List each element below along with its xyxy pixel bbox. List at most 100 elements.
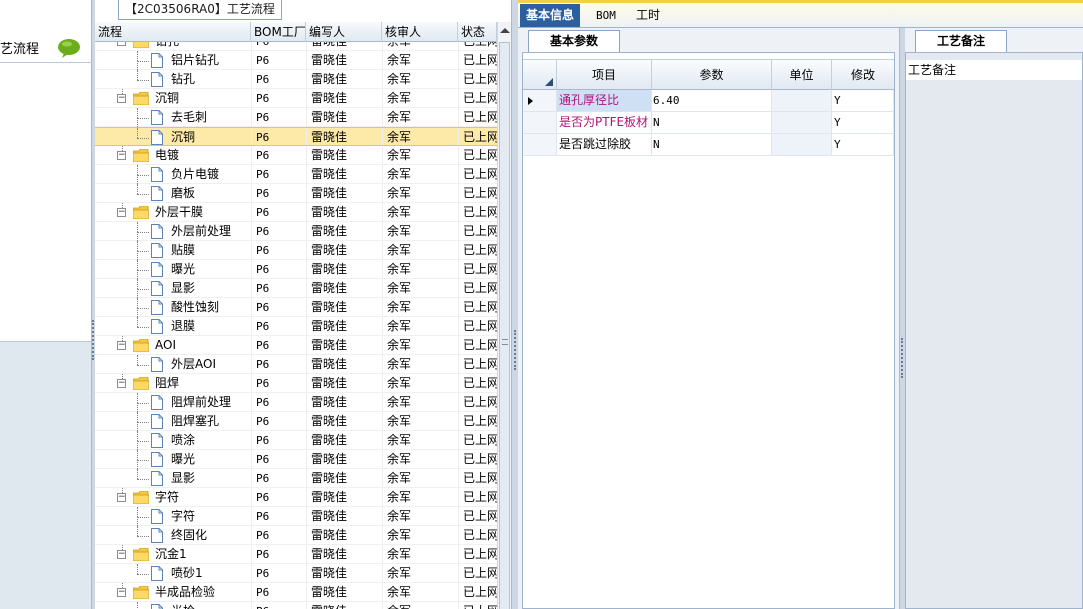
tree-node[interactable]: − 阻焊 bbox=[95, 374, 251, 393]
tree-node[interactable]: 曝光 bbox=[95, 260, 251, 279]
tree-row[interactable]: 钻孔 P6 雷晓佳 余军 已上网 bbox=[95, 70, 497, 89]
param-value-cell[interactable]: 6.40 bbox=[652, 90, 772, 111]
param-row[interactable]: 通孔厚径比 6.40 Y bbox=[523, 90, 894, 112]
tree-row[interactable]: 终固化 P6 雷晓佳 余军 已上网 bbox=[95, 526, 497, 545]
tree-row[interactable]: 负片电镀 P6 雷晓佳 余军 已上网 bbox=[95, 165, 497, 184]
tree-row[interactable]: 外层AOI P6 雷晓佳 余军 已上网 bbox=[95, 355, 497, 374]
tree-node[interactable]: 外层AOI bbox=[95, 355, 251, 374]
param-unit-cell[interactable] bbox=[772, 90, 832, 111]
tree-node[interactable]: 阻焊塞孔 bbox=[95, 412, 251, 431]
tree-node[interactable]: − 字符 bbox=[95, 488, 251, 507]
tree-row[interactable]: 外层前处理 P6 雷晓佳 余军 已上网 bbox=[95, 222, 497, 241]
col-header-unit[interactable]: 单位 bbox=[772, 60, 832, 90]
collapse-toggle-icon[interactable]: − bbox=[117, 341, 126, 350]
tree-row[interactable]: 半检 P6雷晓佳余军已上网 bbox=[95, 602, 497, 609]
row-indicator[interactable] bbox=[523, 112, 557, 133]
tree-node[interactable]: 负片电镀 bbox=[95, 165, 251, 184]
speech-bubble-icon[interactable] bbox=[57, 38, 81, 58]
collapse-toggle-icon[interactable]: − bbox=[117, 379, 126, 388]
tree-row[interactable]: 沉铜 P6 雷晓佳 余军 已上网 bbox=[95, 127, 497, 146]
tree-node[interactable]: 阻焊前处理 bbox=[95, 393, 251, 412]
tree-row[interactable]: 字符 P6 雷晓佳 余军 已上网 bbox=[95, 507, 497, 526]
tree-row[interactable]: − 字符 P6 雷晓佳 余军 已上网 bbox=[95, 488, 497, 507]
col-header-bom-factory[interactable]: BOM工厂 bbox=[251, 22, 306, 42]
row-indicator[interactable] bbox=[523, 134, 557, 155]
tree-node[interactable]: 磨板 bbox=[95, 184, 251, 203]
col-header-editor[interactable]: 编写人 bbox=[306, 22, 382, 42]
tree-node[interactable]: − 沉铜 bbox=[95, 89, 251, 108]
tree-node[interactable]: − 沉金1 bbox=[95, 545, 251, 564]
param-unit-cell[interactable] bbox=[772, 134, 832, 155]
scroll-up-arrow-icon[interactable] bbox=[500, 28, 510, 33]
tree-row[interactable]: − 沉铜 P6 雷晓佳 余军 已上网 bbox=[95, 89, 497, 108]
row-indicator-header[interactable] bbox=[523, 60, 557, 90]
tree-row[interactable]: 显影 P6 雷晓佳 余军 已上网 bbox=[95, 279, 497, 298]
tree-node[interactable]: 显影 bbox=[95, 279, 251, 298]
process-tree-tab[interactable]: 【2C03506RA0】工艺流程 bbox=[118, 0, 282, 20]
tree-node[interactable]: 曝光 bbox=[95, 450, 251, 469]
param-modify-cell[interactable]: Y bbox=[832, 134, 894, 155]
tree-row[interactable]: − 钻孔 P6雷晓佳余军已上网 bbox=[95, 42, 497, 51]
param-row[interactable]: 是否跳过除胶 N Y bbox=[523, 134, 894, 156]
param-unit-cell[interactable] bbox=[772, 112, 832, 133]
param-row[interactable]: 是否为PTFE板材 N Y bbox=[523, 112, 894, 134]
col-header-value[interactable]: 参数 bbox=[652, 60, 772, 90]
tree-node[interactable]: − 半成品检验 bbox=[95, 583, 251, 602]
param-item-cell[interactable]: 是否跳过除胶 bbox=[557, 134, 652, 155]
col-header-status[interactable]: 状态 bbox=[458, 22, 497, 42]
tree-row[interactable]: − 阻焊 P6 雷晓佳 余军 已上网 bbox=[95, 374, 497, 393]
tree-node[interactable]: − 钻孔 bbox=[95, 42, 251, 51]
tree-node[interactable]: 铝片钻孔 bbox=[95, 51, 251, 70]
collapse-toggle-icon[interactable]: − bbox=[117, 42, 126, 46]
tab-bom[interactable]: BOM bbox=[590, 4, 622, 27]
tree-node[interactable]: 显影 bbox=[95, 469, 251, 488]
tree-row[interactable]: − 电镀 P6 雷晓佳 余军 已上网 bbox=[95, 146, 497, 165]
tree-node[interactable]: 钻孔 bbox=[95, 70, 251, 89]
tree-node[interactable]: 退膜 bbox=[95, 317, 251, 336]
tab-process-notes[interactable]: 工艺备注 bbox=[915, 30, 1007, 52]
collapse-toggle-icon[interactable]: − bbox=[117, 550, 126, 559]
tree-node[interactable]: 终固化 bbox=[95, 526, 251, 545]
tree-row[interactable]: 酸性蚀刻 P6 雷晓佳 余军 已上网 bbox=[95, 298, 497, 317]
tree-node[interactable]: 字符 bbox=[95, 507, 251, 526]
col-header-process[interactable]: 流程 bbox=[95, 22, 251, 42]
collapse-toggle-icon[interactable]: − bbox=[117, 588, 126, 597]
param-item-cell[interactable]: 是否为PTFE板材 bbox=[557, 112, 652, 133]
tree-node[interactable]: − 外层干膜 bbox=[95, 203, 251, 222]
scroll-thumb[interactable] bbox=[499, 42, 510, 609]
tree-node[interactable]: 去毛刺 bbox=[95, 108, 251, 127]
tab-basic-params[interactable]: 基本参数 bbox=[528, 30, 620, 52]
tree-node[interactable]: − 电镀 bbox=[95, 146, 251, 165]
tree-row[interactable]: 磨板 P6 雷晓佳 余军 已上网 bbox=[95, 184, 497, 203]
tree-row[interactable]: − 半成品检验 P6 雷晓佳 余军 已上网 bbox=[95, 583, 497, 602]
tree-row[interactable]: 显影 P6 雷晓佳 余军 已上网 bbox=[95, 469, 497, 488]
tab-work-hours[interactable]: 工时 bbox=[630, 4, 666, 27]
tree-row[interactable]: 曝光 P6 雷晓佳 余军 已上网 bbox=[95, 450, 497, 469]
tree-row[interactable]: − 外层干膜 P6 雷晓佳 余军 已上网 bbox=[95, 203, 497, 222]
tree-row[interactable]: 贴膜 P6 雷晓佳 余军 已上网 bbox=[95, 241, 497, 260]
tree-node[interactable]: 沉铜 bbox=[95, 128, 251, 147]
tab-basic-info[interactable]: 基本信息 bbox=[520, 4, 581, 27]
tree-row[interactable]: 阻焊塞孔 P6 雷晓佳 余军 已上网 bbox=[95, 412, 497, 431]
tree-row[interactable]: 退膜 P6 雷晓佳 余军 已上网 bbox=[95, 317, 497, 336]
tree-row[interactable]: 去毛刺 P6 雷晓佳 余军 已上网 bbox=[95, 108, 497, 127]
process-notes-box[interactable]: 工艺备注 bbox=[905, 52, 1083, 609]
tree-node[interactable]: 酸性蚀刻 bbox=[95, 298, 251, 317]
param-item-cell[interactable]: 通孔厚径比 bbox=[557, 90, 652, 111]
param-value-cell[interactable]: N bbox=[652, 134, 772, 155]
tree-node[interactable]: 喷砂1 bbox=[95, 564, 251, 583]
param-modify-cell[interactable]: Y bbox=[832, 90, 894, 111]
tree-row[interactable]: − 沉金1 P6 雷晓佳 余军 已上网 bbox=[95, 545, 497, 564]
param-modify-cell[interactable]: Y bbox=[832, 112, 894, 133]
tree-node[interactable]: 半检 bbox=[95, 602, 251, 609]
tree-row[interactable]: 曝光 P6 雷晓佳 余军 已上网 bbox=[95, 260, 497, 279]
tree-vertical-scrollbar[interactable] bbox=[497, 22, 511, 609]
tree-row[interactable]: 铝片钻孔 P6 雷晓佳 余军 已上网 bbox=[95, 51, 497, 70]
tree-row[interactable]: 阻焊前处理 P6 雷晓佳 余军 已上网 bbox=[95, 393, 497, 412]
tree-node[interactable]: 贴膜 bbox=[95, 241, 251, 260]
row-indicator[interactable] bbox=[523, 90, 557, 111]
collapse-toggle-icon[interactable]: − bbox=[117, 94, 126, 103]
col-header-reviewer[interactable]: 核审人 bbox=[382, 22, 458, 42]
tree-node[interactable]: 喷涂 bbox=[95, 431, 251, 450]
tree-row[interactable]: 喷砂1 P6 雷晓佳 余军 已上网 bbox=[95, 564, 497, 583]
